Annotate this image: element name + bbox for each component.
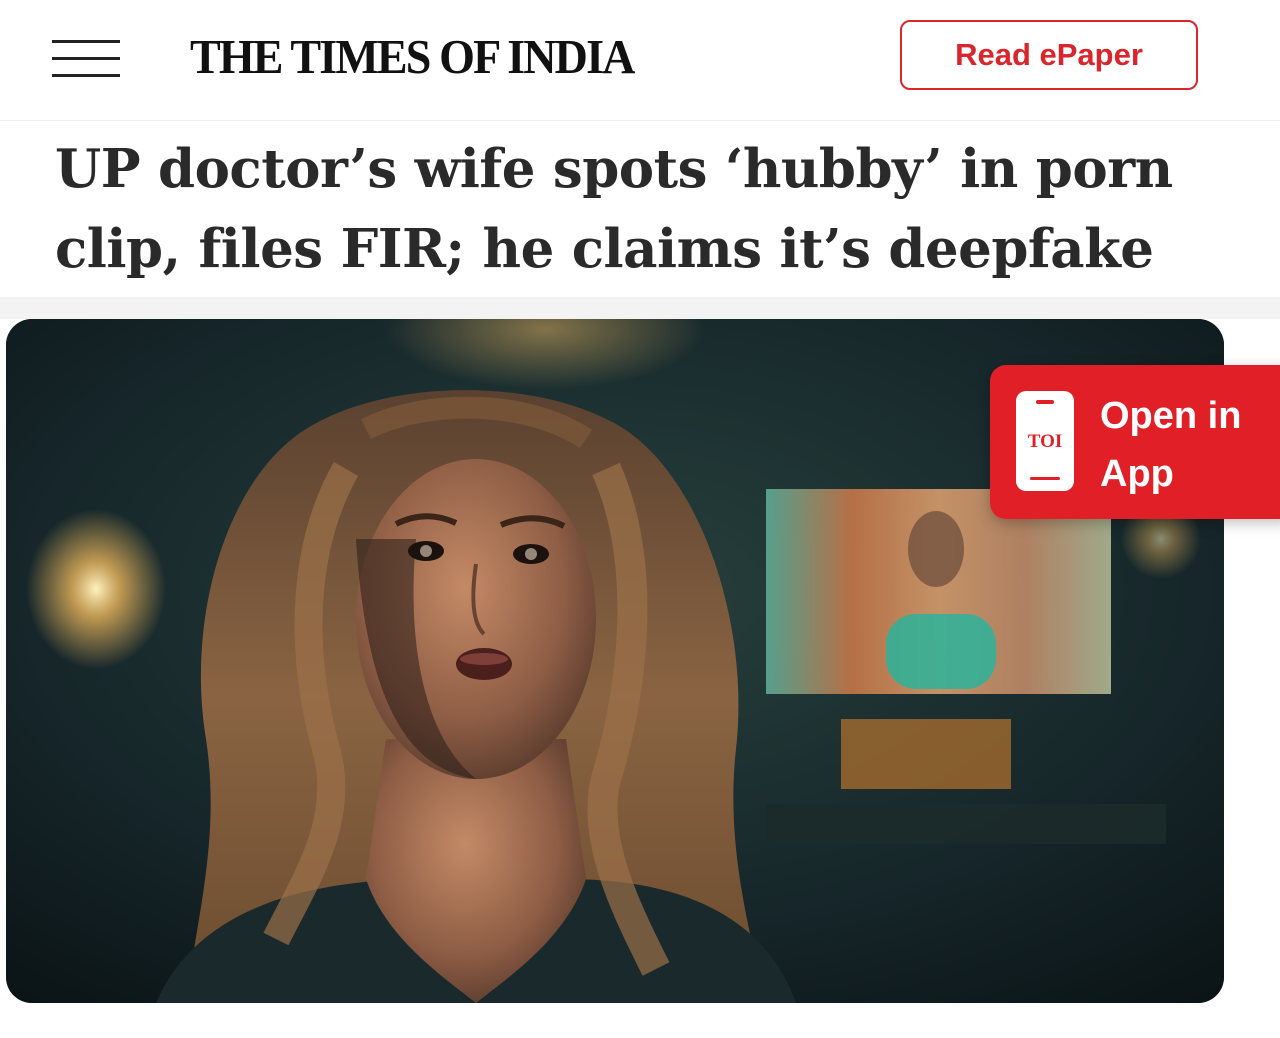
site-logo[interactable]: THE TIMES OF INDIA: [190, 28, 635, 85]
section-divider: [0, 297, 1280, 319]
open-in-app-button[interactable]: TOI Open in App: [990, 365, 1280, 519]
read-epaper-button[interactable]: Read ePaper: [900, 20, 1198, 90]
article-headline: UP doctor’s wife spots ‘hubby’ in porn c…: [55, 138, 1173, 280]
open-in-app-label: Open in App: [1100, 395, 1242, 495]
toi-icon-label: TOI: [1027, 431, 1063, 452]
hamburger-menu-icon[interactable]: [52, 40, 120, 78]
top-bar: THE TIMES OF INDIA Read ePaper: [0, 0, 1280, 121]
phone-icon: TOI: [1016, 391, 1074, 491]
headline-section: UP doctor’s wife spots ‘hubby’ in porn c…: [0, 121, 1280, 297]
